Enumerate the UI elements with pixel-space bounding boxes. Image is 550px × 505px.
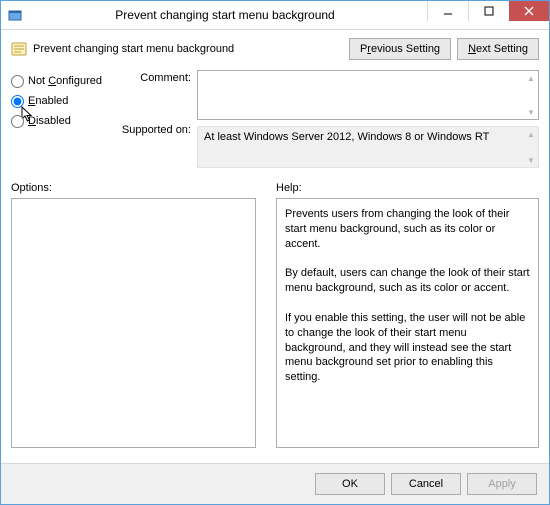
options-label: Options: [11, 182, 256, 194]
gpedit-policy-dialog: Prevent changing start menu background P… [0, 0, 550, 505]
options-column: Options: [11, 182, 256, 448]
dialog-body: Prevent changing start menu background P… [1, 30, 549, 465]
window-title: Prevent changing start menu background [23, 8, 427, 22]
help-label: Help: [276, 182, 539, 194]
supported-label: Supported on: [121, 122, 191, 158]
comment-scrollbar[interactable]: ▲ ▼ [524, 71, 538, 119]
config-row: Not Configured Enabled Disabled Comment:… [11, 70, 539, 168]
comment-label: Comment: [121, 70, 191, 122]
cancel-button[interactable]: Cancel [391, 473, 461, 495]
field-labels: Comment: Supported on: [121, 70, 197, 158]
apply-button[interactable]: Apply [467, 473, 537, 495]
scroll-down-icon[interactable]: ▼ [524, 105, 538, 119]
state-radios: Not Configured Enabled Disabled [11, 70, 121, 132]
options-box[interactable] [11, 198, 256, 448]
comment-textarea[interactable]: ▲ ▼ [197, 70, 539, 120]
disabled-label[interactable]: Disabled [28, 115, 71, 127]
supported-scrollbar: ▲ ▼ [524, 127, 538, 167]
help-text[interactable]: Prevents users from changing the look of… [276, 198, 539, 448]
enabled-label[interactable]: Enabled [28, 95, 68, 107]
help-column: Help: Prevents users from changing the l… [276, 182, 539, 448]
policy-icon [11, 41, 27, 57]
scroll-up-icon[interactable]: ▲ [524, 71, 538, 85]
enabled-radio[interactable] [11, 95, 24, 108]
close-button[interactable] [509, 1, 549, 21]
disabled-radio[interactable] [11, 115, 24, 128]
dialog-footer: OK Cancel Apply [1, 463, 549, 504]
supported-on-box: At least Windows Server 2012, Windows 8 … [197, 126, 539, 168]
policy-title: Prevent changing start menu background [33, 43, 349, 55]
next-setting-button[interactable]: Next Setting [457, 38, 539, 60]
not-configured-radio[interactable] [11, 75, 24, 88]
scroll-up-icon: ▲ [524, 127, 538, 141]
supported-on-text: At least Windows Server 2012, Windows 8 … [204, 131, 489, 143]
titlebar: Prevent changing start menu background [1, 1, 549, 30]
app-icon [7, 7, 23, 23]
header-row: Prevent changing start menu background P… [11, 38, 539, 60]
maximize-button[interactable] [468, 1, 509, 21]
ok-button[interactable]: OK [315, 473, 385, 495]
details-row: Options: Help: Prevents users from chang… [11, 182, 539, 448]
minimize-button[interactable] [427, 1, 468, 21]
window-controls [427, 1, 549, 29]
scroll-down-icon: ▼ [524, 153, 538, 167]
previous-setting-button[interactable]: Previous Setting [349, 38, 451, 60]
field-values: ▲ ▼ At least Windows Server 2012, Window… [197, 70, 539, 168]
not-configured-label[interactable]: Not Configured [28, 75, 102, 87]
